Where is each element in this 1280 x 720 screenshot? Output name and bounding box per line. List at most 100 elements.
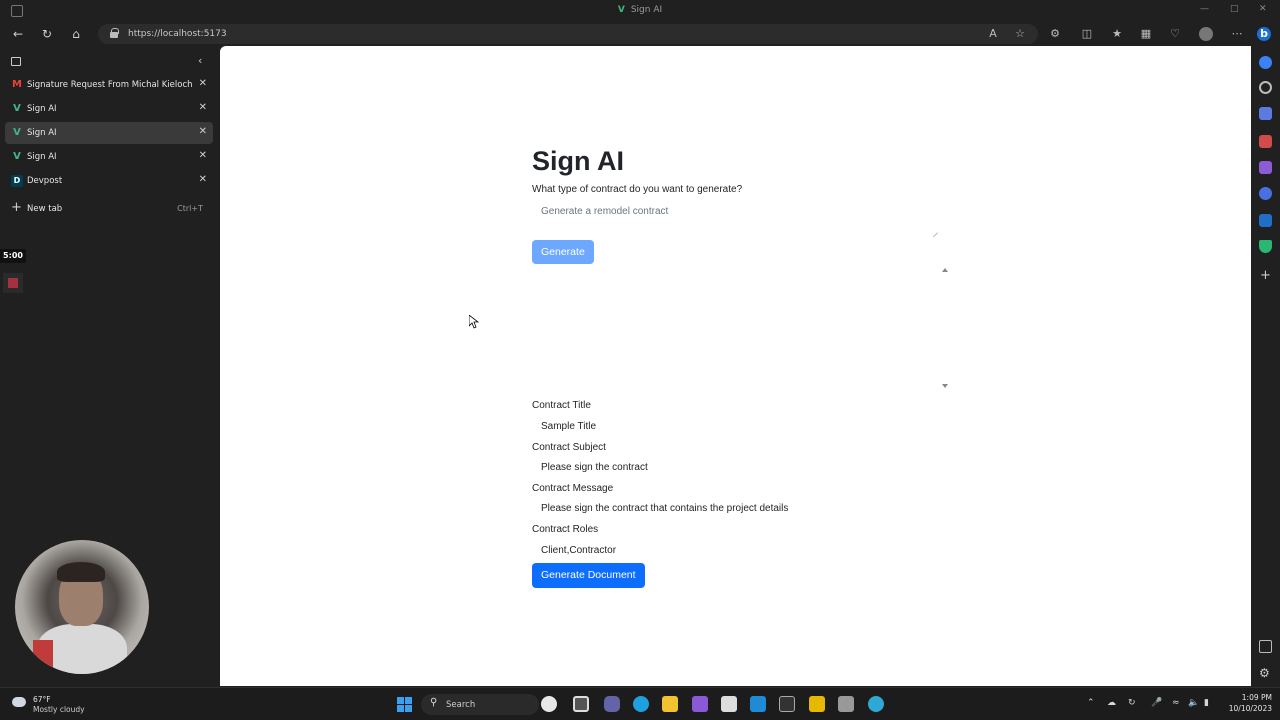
devpost-icon: D (11, 175, 23, 187)
recording-timer: 5:00 (0, 249, 26, 263)
tab-actions-icon[interactable] (11, 57, 21, 66)
system-clock[interactable]: 1:09 PM 10/10/2023 (1222, 693, 1272, 713)
resize-handle[interactable] (931, 226, 938, 233)
page-title: Sign AI (532, 146, 624, 176)
tab-sign-ai-active[interactable]: V Sign AI ✕ (5, 122, 213, 144)
edge-icon[interactable] (633, 696, 649, 712)
favorite-star-icon[interactable]: ☆ (1013, 27, 1027, 41)
windows-start-icon[interactable] (397, 697, 412, 712)
copilot-icon[interactable]: b (1257, 27, 1271, 41)
windows-taskbar: 67°F Mostly cloudy ⚲ Search ⌃ ☁ ↻ 🎤 ≈ 🔈 … (0, 687, 1280, 720)
contract-subject-input[interactable] (532, 458, 938, 476)
refresh-icon[interactable]: ↻ (39, 26, 55, 42)
stop-recording-button[interactable] (3, 273, 23, 293)
teams-chat-icon[interactable] (604, 696, 620, 712)
stop-icon (8, 278, 18, 288)
web-content: Sign AI What type of contract do you wan… (220, 46, 1251, 686)
webcam-overlay (15, 540, 149, 674)
generate-button[interactable]: Generate (532, 240, 594, 264)
title-bar: V Sign AI — □ ✕ (0, 0, 1280, 22)
close-window-icon[interactable]: ✕ (1259, 4, 1267, 14)
cloud-icon (12, 697, 26, 707)
minimize-icon[interactable]: — (1200, 4, 1209, 14)
lock-icon[interactable] (110, 28, 119, 38)
tab-sign-ai[interactable]: V Sign AI ✕ (5, 146, 213, 168)
tabs-header: ‹ (0, 54, 220, 70)
sidebar-settings-icon[interactable]: ⚙ (1259, 666, 1270, 680)
close-tab-icon[interactable]: ✕ (199, 150, 207, 161)
close-tab-icon[interactable]: ✕ (199, 102, 207, 113)
games-icon[interactable] (1259, 161, 1272, 174)
shopping-icon[interactable] (1259, 107, 1272, 120)
new-tab-button[interactable]: + New tab Ctrl+T (5, 198, 213, 220)
paint-icon[interactable] (809, 696, 825, 712)
contract-roles-label: Contract Roles (532, 524, 599, 535)
url-text[interactable]: https://localhost:5173 (128, 29, 227, 39)
volume-icon[interactable]: 🔈 (1188, 698, 1199, 708)
terminal-icon[interactable] (779, 696, 795, 712)
vue-icon: V (617, 5, 625, 15)
more-options-icon[interactable]: ⋯ (1230, 27, 1244, 41)
contract-roles-input[interactable] (532, 541, 938, 559)
search-icon[interactable] (1259, 81, 1272, 94)
output-scroll-area[interactable] (532, 266, 948, 390)
drop-icon[interactable] (1259, 240, 1272, 253)
prompt-label: What type of contract do you want to gen… (532, 184, 743, 195)
home-icon[interactable]: ⌂ (68, 26, 84, 42)
edge-dev-icon[interactable] (868, 696, 884, 712)
tab-sign-ai[interactable]: V Sign AI ✕ (5, 98, 213, 120)
favorites-icon[interactable]: ★ (1110, 27, 1124, 41)
scroll-down-arrow-icon[interactable] (942, 384, 948, 388)
back-icon[interactable]: ← (10, 26, 26, 42)
task-view-icon[interactable] (573, 696, 589, 712)
collapse-pane-icon[interactable]: ‹ (198, 54, 202, 67)
contract-title-input[interactable] (532, 417, 938, 435)
onedrive-icon[interactable]: ☁ (1107, 698, 1116, 708)
show-hidden-icons[interactable]: ⌃ (1087, 698, 1095, 708)
generate-document-button[interactable]: Generate Document (532, 563, 645, 588)
vscode-icon[interactable] (750, 696, 766, 712)
tab-signature-request[interactable]: M Signature Request From Michal Kieloch … (5, 74, 213, 96)
close-tab-icon[interactable]: ✕ (199, 126, 207, 137)
add-sidebar-app-icon[interactable]: + (1260, 268, 1271, 283)
notifications-icon[interactable] (1259, 56, 1272, 69)
browser-essentials-icon[interactable]: ♡ (1168, 27, 1182, 41)
collections-icon[interactable]: ▦ (1139, 27, 1153, 41)
read-aloud-icon[interactable]: A (986, 27, 1000, 41)
file-explorer-icon[interactable] (662, 696, 678, 712)
wifi-icon[interactable]: ≈ (1172, 698, 1180, 708)
tab-devpost[interactable]: D Devpost ✕ (5, 170, 213, 192)
tools-icon[interactable] (1259, 135, 1272, 148)
vue-icon: V (13, 103, 21, 114)
snipping-tool-icon[interactable] (721, 696, 737, 712)
contract-message-input[interactable] (532, 499, 938, 517)
gmail-icon: M (12, 79, 22, 90)
window-title: V Sign AI (617, 5, 663, 15)
sync-icon[interactable]: ↻ (1128, 698, 1136, 708)
close-tab-icon[interactable]: ✕ (199, 78, 207, 89)
resource-monitor-icon[interactable] (838, 696, 854, 712)
contract-prompt-input[interactable] (532, 200, 938, 236)
taskbar-search[interactable]: ⚲ Search (421, 694, 539, 715)
microphone-icon[interactable]: 🎤 (1151, 698, 1162, 708)
battery-icon[interactable]: ▮ (1204, 698, 1209, 708)
maximize-icon[interactable]: □ (1230, 4, 1239, 14)
scroll-up-arrow-icon[interactable] (942, 268, 948, 272)
address-bar[interactable]: https://localhost:5173 (98, 24, 1038, 44)
plus-icon: + (11, 200, 22, 215)
browser-toolbar: ← ↻ ⌂ https://localhost:5173 A ☆ ⚙ ◫ ★ ▦… (0, 22, 1280, 46)
visual-studio-icon[interactable] (692, 696, 708, 712)
hide-sidebar-icon[interactable] (1259, 640, 1272, 653)
close-tab-icon[interactable]: ✕ (199, 174, 207, 185)
vue-icon: V (13, 151, 21, 162)
profile-avatar[interactable] (1199, 27, 1213, 41)
search-highlight-icon[interactable] (541, 696, 557, 712)
contract-title-label: Contract Title (532, 400, 591, 411)
split-screen-icon[interactable]: ◫ (1080, 27, 1094, 41)
outlook-icon[interactable] (1259, 214, 1272, 227)
microsoft-365-icon[interactable] (1259, 187, 1272, 200)
extensions-icon[interactable]: ⚙ (1048, 27, 1062, 41)
search-icon: ⚲ (430, 697, 438, 708)
contract-subject-label: Contract Subject (532, 442, 606, 453)
contract-message-label: Contract Message (532, 483, 614, 494)
